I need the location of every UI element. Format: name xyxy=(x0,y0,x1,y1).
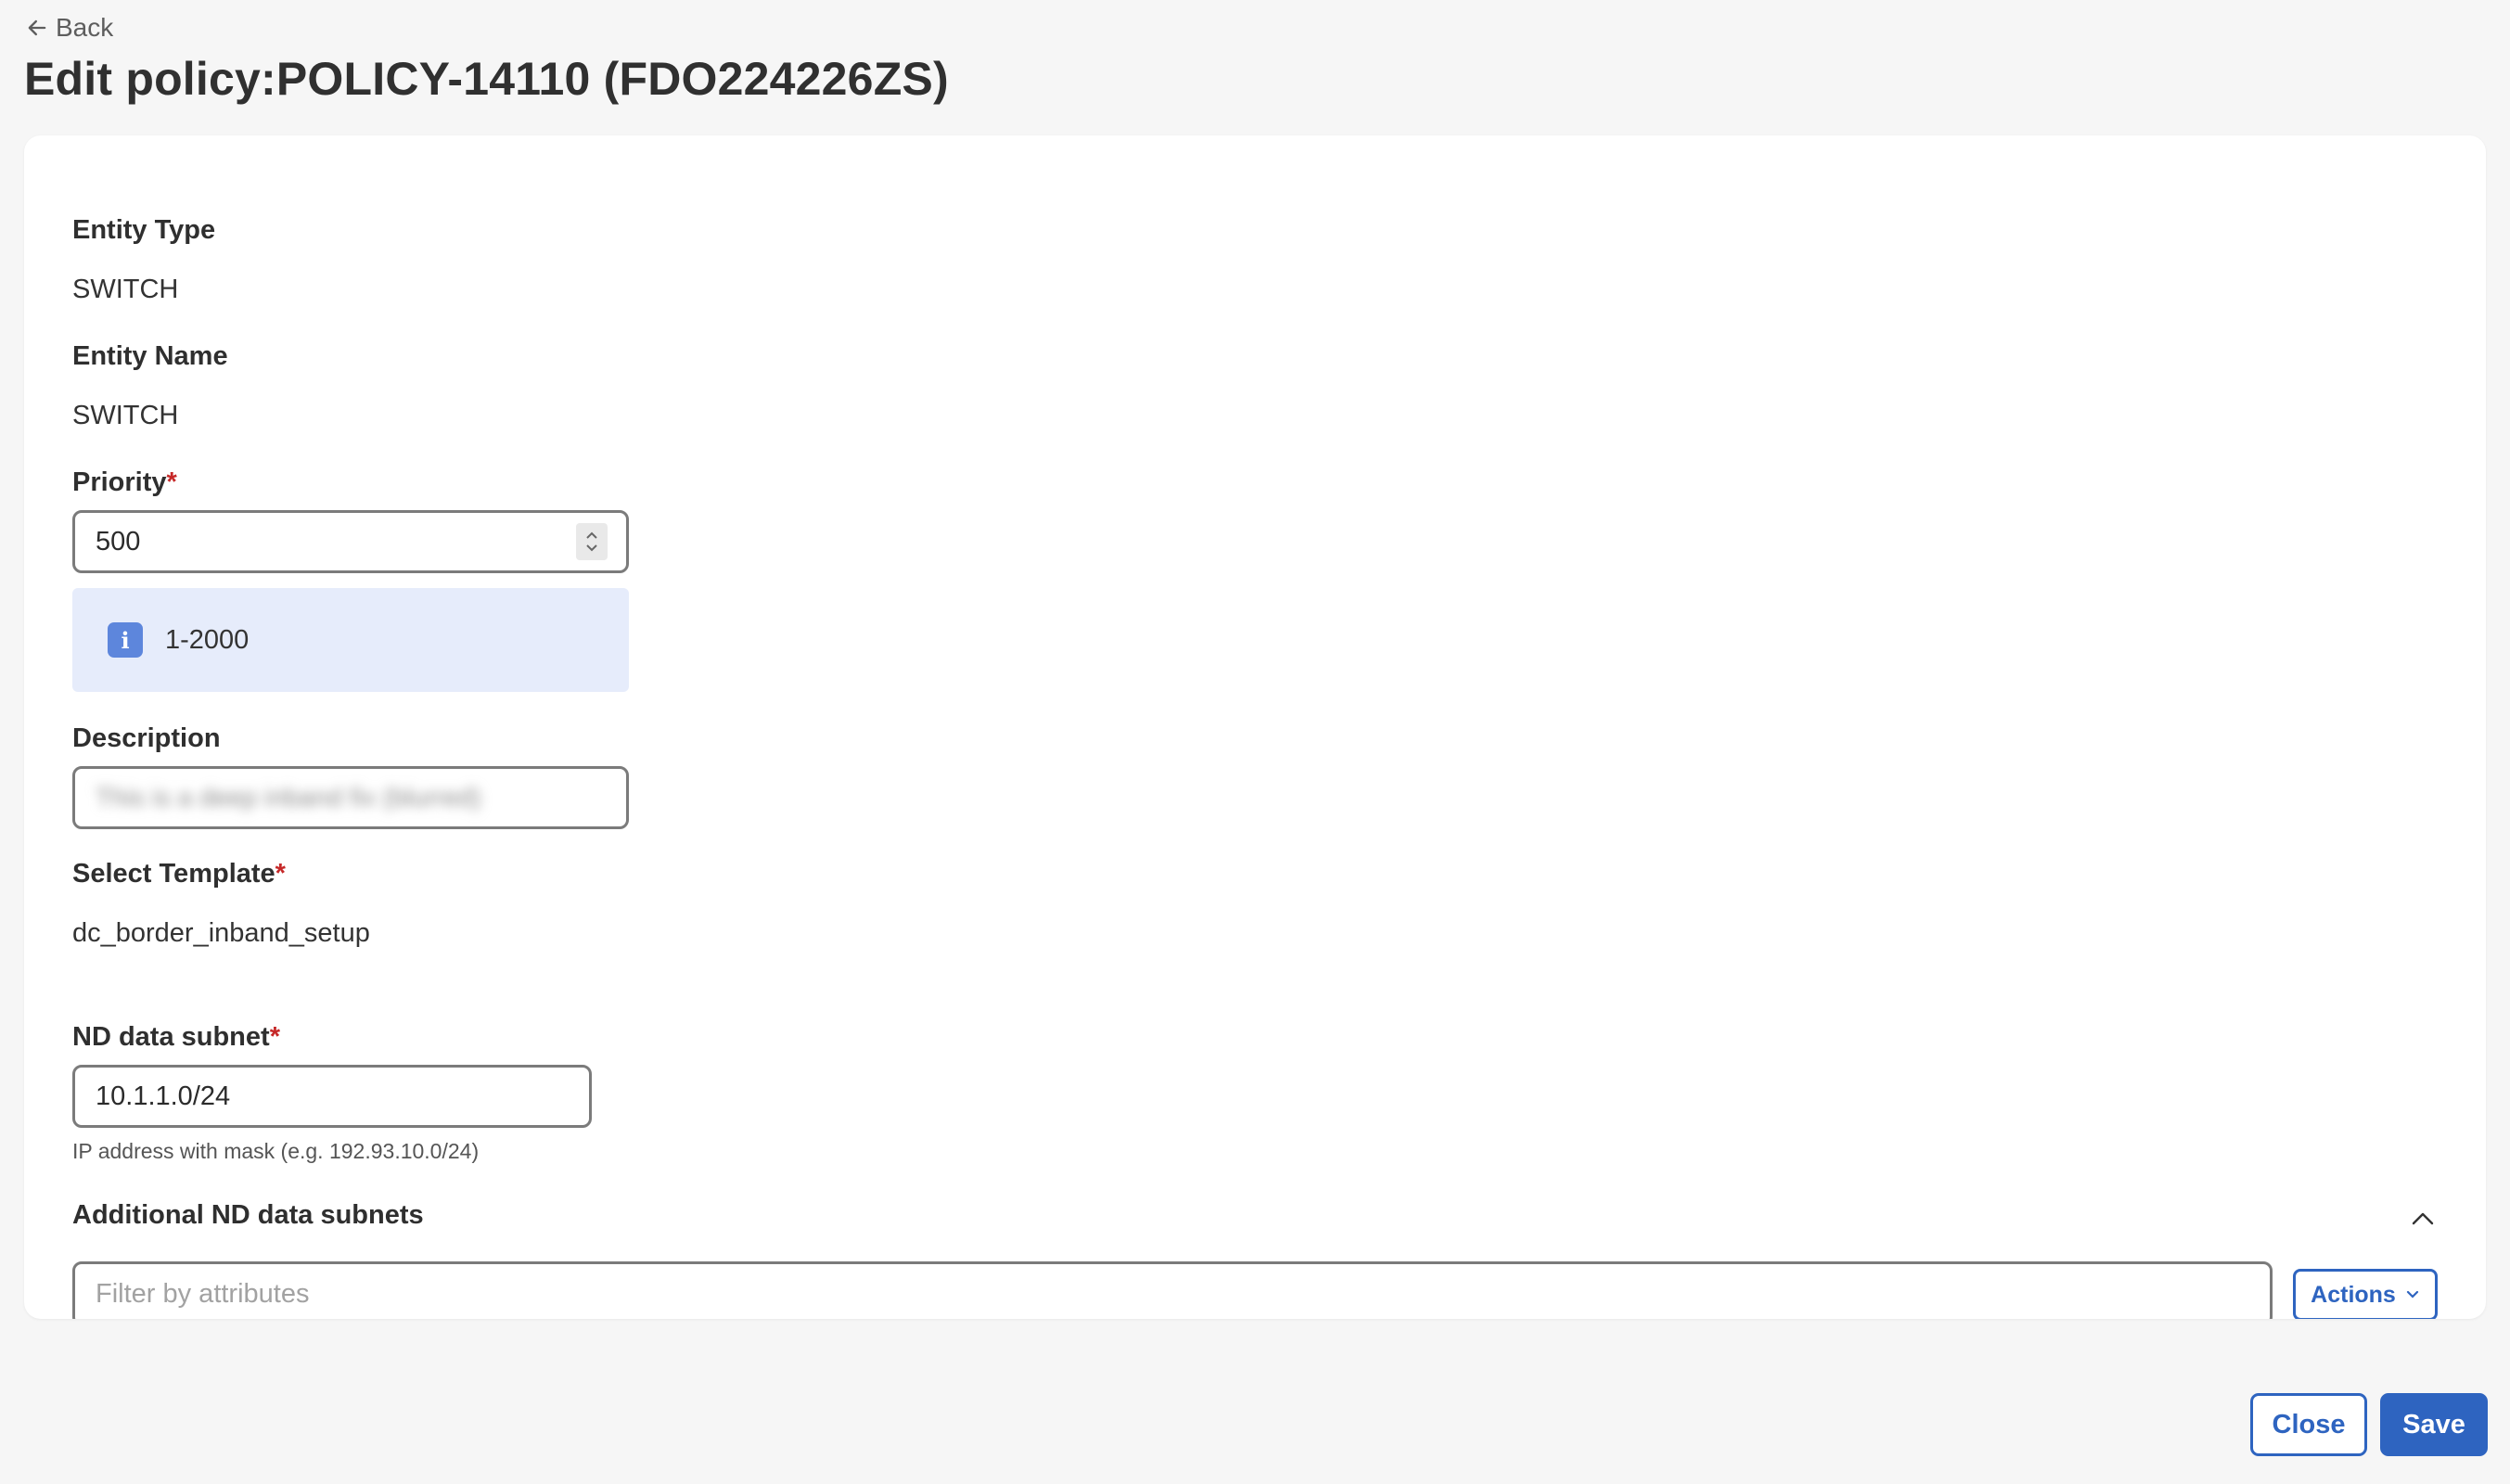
priority-label-text: Priority xyxy=(72,467,167,497)
priority-label: Priority* xyxy=(72,467,177,498)
chevron-down-icon xyxy=(2406,1290,2418,1298)
priority-range-info: i 1-2000 xyxy=(72,588,629,692)
description-value: This is a deep inband fix (blurred) xyxy=(96,783,481,812)
additional-subnets-label: Additional ND data subnets xyxy=(72,1200,424,1230)
page-title: Edit policy:POLICY-14110 (FDO224226ZS) xyxy=(24,53,949,105)
template-value: dc_border_inband_setup xyxy=(72,918,370,948)
nd-data-subnet-label-text: ND data subnet xyxy=(72,1022,270,1052)
entity-type-label: Entity Type xyxy=(72,215,216,245)
description-label: Description xyxy=(72,723,221,753)
chevron-up-icon xyxy=(586,531,597,539)
close-button[interactable]: Close xyxy=(2250,1393,2367,1456)
back-label: Back xyxy=(56,13,114,42)
required-asterisk: * xyxy=(275,859,286,889)
save-button[interactable]: Save xyxy=(2380,1393,2488,1456)
required-asterisk: * xyxy=(269,1022,280,1052)
description-input[interactable]: This is a deep inband fix (blurred) xyxy=(72,766,629,829)
nd-data-subnet-helper: IP address with mask (e.g. 192.93.10.0/2… xyxy=(72,1139,480,1163)
required-asterisk: * xyxy=(166,467,177,497)
policy-form-card: Entity Type SWITCH Entity Name SWITCH Pr… xyxy=(24,135,2486,1319)
chevron-down-icon xyxy=(586,544,597,552)
entity-type-value: SWITCH xyxy=(72,275,179,304)
filter-input[interactable] xyxy=(72,1261,2273,1319)
priority-range-text: 1-2000 xyxy=(165,624,250,655)
select-template-label-text: Select Template xyxy=(72,859,275,889)
priority-stepper[interactable] xyxy=(576,523,608,560)
entity-name-label: Entity Name xyxy=(72,341,228,371)
info-icon: i xyxy=(108,622,143,658)
collapse-chevron-icon[interactable] xyxy=(2408,1204,2438,1234)
select-template-label: Select Template* xyxy=(72,859,286,889)
priority-input[interactable]: 500 xyxy=(72,510,629,573)
back-link[interactable]: Back xyxy=(24,13,113,43)
arrow-left-icon xyxy=(28,19,46,36)
actions-dropdown-button[interactable]: Actions xyxy=(2293,1269,2438,1319)
nd-data-subnet-value: 10.1.1.0/24 xyxy=(96,1081,231,1111)
entity-name-value: SWITCH xyxy=(72,401,179,430)
nd-data-subnet-input[interactable]: 10.1.1.0/24 xyxy=(72,1065,592,1128)
actions-label: Actions xyxy=(2311,1281,2396,1308)
nd-data-subnet-label: ND data subnet* xyxy=(72,1022,280,1053)
priority-value: 500 xyxy=(96,526,141,556)
